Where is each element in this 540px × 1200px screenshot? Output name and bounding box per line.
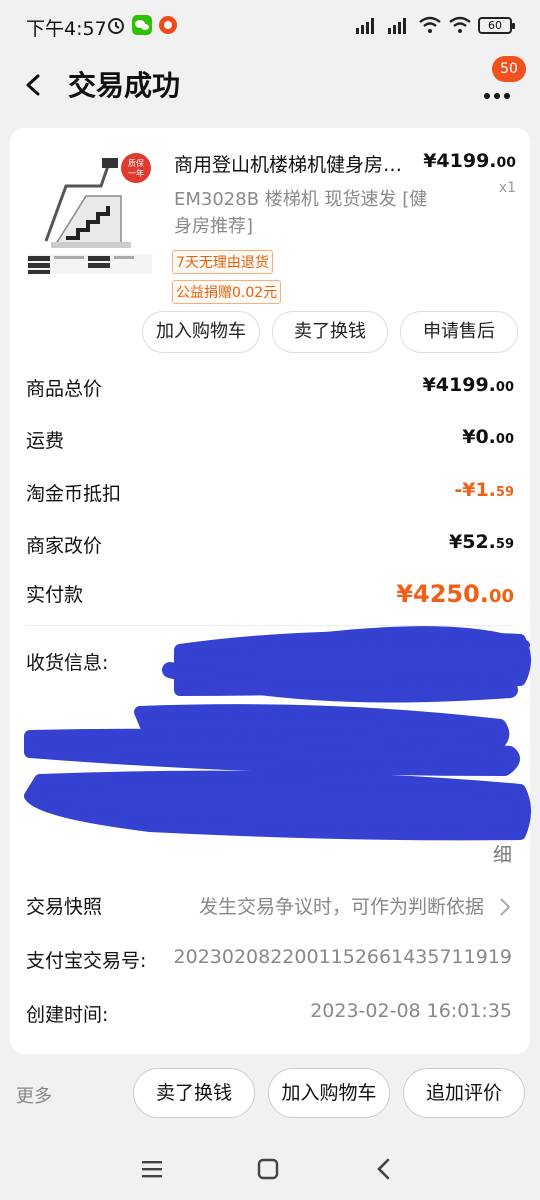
product-qty: x1 (498, 180, 516, 196)
wifi-icon (419, 16, 441, 33)
add-to-cart-button[interactable]: 加入购物车 (142, 311, 260, 353)
alipay-value: 2023020822001152661435711919 (173, 946, 512, 968)
alarm-icon (108, 18, 124, 34)
wechat-icon (132, 15, 152, 35)
charity-tag: 公益捐赠0.02元 (172, 280, 282, 304)
svg-text:一年: 一年 (128, 168, 144, 178)
taobao-icon (159, 16, 177, 34)
address-label: 收货信息: (26, 652, 109, 674)
thumb-badge-text: 质保 (128, 158, 144, 168)
snapshot-label: 交易快照 (26, 896, 103, 918)
signal-icon (356, 18, 374, 34)
chevron-right-icon (500, 898, 511, 916)
paid-row: 实付款 ¥4250.00 (26, 580, 514, 616)
shipping-row: 运费 ¥0.00 (26, 426, 514, 456)
battery-icon: 60 (478, 16, 515, 34)
signal-icon-2 (388, 18, 406, 34)
paid-value: ¥4250.00 (396, 580, 514, 608)
wifi-icon-2 (449, 16, 471, 33)
adjust-value: ¥52.59 (449, 531, 514, 553)
bottom-action-bar: 更多 卖了换钱 加入购物车 追加评价 (0, 1054, 540, 1142)
return-policy-tag: 7天无理由退货 (172, 250, 273, 274)
shipping-label: 运费 (26, 430, 65, 452)
created-value: 2023-02-08 16:01:35 (310, 1000, 512, 1022)
product-name[interactable]: 商用登山机楼梯机健身房… (174, 150, 424, 177)
menu-icon[interactable] (140, 1158, 164, 1180)
header: 交易成功 50 (0, 56, 540, 116)
alipay-row: 支付宝交易号: 2023020822001152661435711919 (26, 946, 514, 976)
coin-value: -¥1.59 (454, 479, 514, 501)
status-bar: 下午4:57 60 (0, 0, 540, 56)
adjust-label: 商家改价 (26, 535, 103, 557)
coin-label: 淘金币抵扣 (26, 483, 122, 505)
notification-badge: 50 (492, 56, 526, 82)
back-icon[interactable] (18, 68, 48, 102)
home-icon[interactable] (256, 1158, 280, 1180)
alipay-label: 支付宝交易号: (26, 950, 147, 972)
review-button[interactable]: 追加评价 (403, 1068, 525, 1118)
divider (26, 625, 514, 626)
product-price: ¥4199.00 (423, 150, 516, 172)
shipping-value: ¥0.00 (462, 426, 514, 448)
created-label: 创建时间: (26, 1004, 109, 1026)
sell-button[interactable]: 卖了换钱 (272, 311, 388, 353)
product-thumbnail[interactable]: 质保 一年 (26, 146, 156, 276)
adjust-row: 商家改价 ¥52.59 (26, 531, 514, 561)
total-label: 商品总价 (26, 378, 103, 400)
snapshot-value: 发生交易争议时，可作为判断依据 (198, 896, 484, 918)
after-sale-button[interactable]: 申请售后 (400, 311, 518, 353)
address-detail-text[interactable]: 细 (493, 840, 512, 867)
status-time: 下午4:57 (26, 18, 107, 40)
bottom-add-cart-button[interactable]: 加入购物车 (268, 1068, 390, 1118)
paid-label: 实付款 (26, 584, 84, 606)
more-link[interactable]: 更多 (16, 1082, 52, 1108)
bottom-sell-button[interactable]: 卖了换钱 (133, 1068, 255, 1118)
created-row: 创建时间: 2023-02-08 16:01:35 (26, 1000, 514, 1030)
page-title: 交易成功 (68, 69, 181, 102)
total-value: ¥4199.00 (422, 374, 514, 396)
coin-row: 淘金币抵扣 -¥1.59 (26, 479, 514, 509)
system-nav-bar (0, 1142, 540, 1200)
order-card: 质保 一年 商用登山机楼梯机健身房… EM3028B 楼梯机 现货速发 [健身房… (10, 128, 530, 1054)
address-row: 收货信息: (26, 648, 514, 678)
product-spec: EM3028B 楼梯机 现货速发 [健身房推荐] (174, 189, 428, 237)
snapshot-row[interactable]: 交易快照 发生交易争议时，可作为判断依据 (26, 892, 514, 922)
back-nav-icon[interactable] (372, 1156, 396, 1182)
total-row: 商品总价 ¥4199.00 (26, 374, 514, 404)
